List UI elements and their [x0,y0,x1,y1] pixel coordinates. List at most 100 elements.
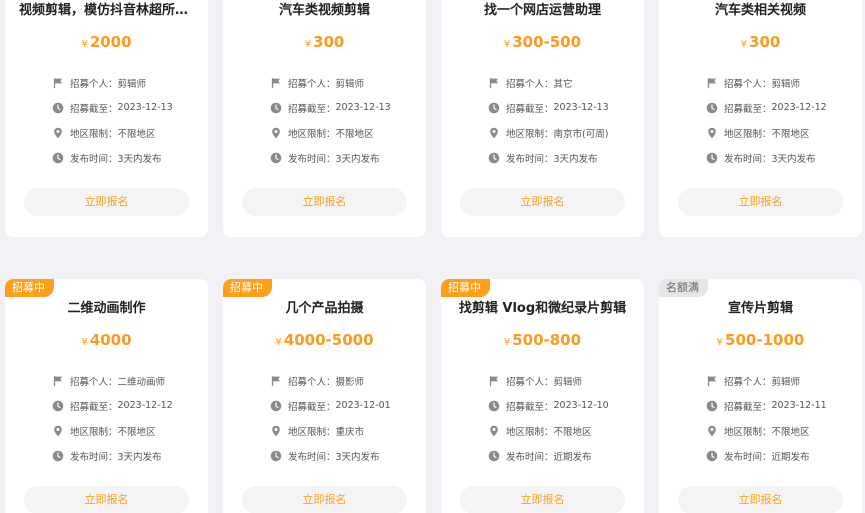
card-title[interactable]: 汽车类相关视频 [673,0,848,18]
clock-icon [270,400,282,412]
region-label: 地区限制： [70,426,118,438]
published-label: 发布时间： [288,153,336,165]
published-label: 发布时间： [70,153,118,165]
flag-icon [52,375,64,387]
deadline-label: 招募截至： [288,401,336,413]
apply-button[interactable]: 立即报名 [460,188,625,216]
clock-icon [270,152,282,164]
published-value: 近期发布 [553,451,592,463]
card-info: 招募个人： 剪辑师 招募截至： 2023-12-11 地区限制： 不限地区 发布… [706,368,856,468]
apply-button[interactable]: 立即报名 [24,486,189,513]
clock-icon [488,102,500,114]
deadline-row: 招募截至： 2023-12-11 [706,393,856,418]
apply-button[interactable]: 立即报名 [678,486,843,513]
flag-icon [52,77,64,89]
deadline-row: 招募截至： 2023-12-12 [706,95,856,120]
price-value: 500-1000 [725,331,805,349]
currency-symbol: ¥ [503,39,511,50]
price-value: 4000 [89,331,132,349]
recruiter-row: 招募个人： 剪辑师 [706,70,856,95]
card-title[interactable]: 几个产品拍摄 [237,297,412,316]
recruiter-value: 剪辑师 [335,78,365,90]
published-row: 发布时间： 3天内发布 [706,145,856,170]
price: ¥500-800 [441,331,644,349]
price: ¥500-1000 [659,331,862,349]
task-card[interactable]: 招募中 视频剪辑，模仿抖音林超所长… ¥2000 招募个人： 剪辑师 招募截至：… [5,0,208,237]
clock-icon [706,102,718,114]
task-card[interactable]: 名额满 宣传片剪辑 ¥500-1000 招募个人： 剪辑师 招募截至： 2023… [659,279,862,513]
price-value: 300-500 [512,33,582,51]
currency-symbol: ¥ [716,337,724,348]
card-info: 招募个人： 剪辑师 招募截至： 2023-12-12 地区限制： 不限地区 发布… [706,70,856,170]
deadline-label: 招募截至： [70,103,118,115]
recruiter-row: 招募个人： 剪辑师 [52,70,202,95]
recruiter-label: 招募个人： [70,78,118,90]
apply-button[interactable]: 立即报名 [24,188,189,216]
currency-symbol: ¥ [304,39,312,50]
region-label: 地区限制： [70,128,118,140]
task-card[interactable]: 招募中 二维动画制作 ¥4000 招募个人： 二维动画师 招募截至： 2023-… [5,279,208,513]
published-row: 发布时间： 3天内发布 [52,443,202,468]
card-info: 招募个人： 剪辑师 招募截至： 2023-12-10 地区限制： 不限地区 发布… [488,368,638,468]
price: ¥2000 [5,33,208,51]
task-card[interactable]: 招募中 找剪辑 Vlog和微纪录片剪辑 ¥500-800 招募个人： 剪辑师 招… [441,279,644,513]
recruiter-label: 招募个人： [724,78,772,90]
region-value: 南京市(可周) [553,128,609,140]
apply-button[interactable]: 立即报名 [242,188,407,216]
price: ¥300-500 [441,33,644,51]
region-row: 地区限制： 不限地区 [488,418,638,443]
published-value: 3天内发布 [117,153,162,165]
region-row: 地区限制： 不限地区 [706,120,856,145]
recruiter-value: 其它 [553,78,573,90]
deadline-value: 2023-12-13 [553,102,609,113]
recruiter-label: 招募个人： [70,376,118,388]
published-label: 发布时间： [288,451,336,463]
published-label: 发布时间： [506,451,554,463]
recruiter-label: 招募个人： [288,78,336,90]
card-title[interactable]: 找剪辑 Vlog和微纪录片剪辑 [455,297,630,316]
location-pin-icon [706,425,718,437]
region-row: 地区限制： 南京市(可周) [488,120,638,145]
card-title[interactable]: 汽车类视频剪辑 [237,0,412,18]
recruiter-value: 摄影师 [335,376,365,388]
region-row: 地区限制： 不限地区 [52,120,202,145]
recruiter-row: 招募个人： 剪辑师 [706,368,856,393]
card-title[interactable]: 二维动画制作 [19,297,194,316]
apply-button[interactable]: 立即报名 [460,486,625,513]
region-value: 不限地区 [771,128,810,140]
published-value: 近期发布 [771,451,810,463]
region-label: 地区限制： [724,426,772,438]
published-value: 3天内发布 [553,153,598,165]
price-value: 500-800 [512,331,582,349]
card-title[interactable]: 视频剪辑，模仿抖音林超所长… [19,0,194,18]
deadline-label: 招募截至： [506,103,554,115]
region-value: 不限地区 [335,128,374,140]
apply-button[interactable]: 立即报名 [242,486,407,513]
region-label: 地区限制： [506,128,554,140]
deadline-value: 2023-12-10 [553,400,609,411]
status-badge: 招募中 [223,279,272,297]
card-title[interactable]: 宣传片剪辑 [673,297,848,316]
deadline-value: 2023-12-12 [117,400,173,411]
region-value: 不限地区 [117,426,156,438]
recruiter-label: 招募个人： [506,78,554,90]
recruiter-value: 剪辑师 [553,376,583,388]
price: ¥300 [659,33,862,51]
clock-icon [52,450,64,462]
recruiter-value: 剪辑师 [771,78,801,90]
price: ¥300 [223,33,426,51]
deadline-row: 招募截至： 2023-12-13 [52,95,202,120]
task-card[interactable]: 招募中 几个产品拍摄 ¥4000-5000 招募个人： 摄影师 招募截至： 20… [223,279,426,513]
region-row: 地区限制： 不限地区 [52,418,202,443]
card-info: 招募个人： 摄影师 招募截至： 2023-12-01 地区限制： 重庆市 发布时… [270,368,420,468]
card-title[interactable]: 找一个网店运营助理 [455,0,630,18]
region-label: 地区限制： [288,128,336,140]
task-card[interactable]: 招募中 汽车类相关视频 ¥300 招募个人： 剪辑师 招募截至： 2023-12… [659,0,862,237]
task-card[interactable]: 招募中 汽车类视频剪辑 ¥300 招募个人： 剪辑师 招募截至： 2023-12… [223,0,426,237]
clock-icon [52,400,64,412]
price-value: 2000 [89,33,132,51]
apply-button[interactable]: 立即报名 [678,188,843,216]
clock-icon [52,102,64,114]
card-info: 招募个人： 二维动画师 招募截至： 2023-12-12 地区限制： 不限地区 … [52,368,202,468]
task-card[interactable]: 已合作 找一个网店运营助理 ¥300-500 招募个人： 其它 招募截至： 20… [441,0,644,237]
